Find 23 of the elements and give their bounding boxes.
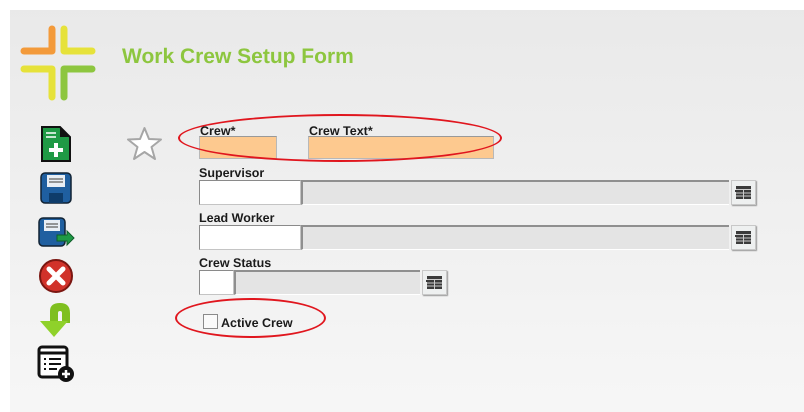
list-add-icon[interactable] (37, 344, 75, 383)
field-label: Crew* (199, 124, 236, 138)
input-field[interactable] (199, 224, 301, 250)
table-icon (735, 184, 752, 200)
lookup-button[interactable] (731, 224, 756, 250)
field-label: Supervisor (199, 166, 264, 180)
logo-icon (20, 24, 96, 100)
table-icon (735, 230, 752, 244)
input-field[interactable] (199, 136, 277, 159)
favorite-star-icon[interactable] (126, 126, 163, 161)
field-label: Active Crew (221, 316, 293, 330)
lookup-button[interactable] (422, 270, 447, 294)
input-field[interactable] (308, 136, 494, 159)
input-field[interactable] (199, 270, 234, 294)
input-field[interactable] (199, 180, 301, 204)
field-label: Lead Worker (199, 210, 274, 224)
checkbox[interactable] (203, 314, 218, 328)
field-label: Crew Status (199, 256, 272, 270)
field-label: Crew Text* (308, 124, 373, 138)
cancel-x-icon[interactable] (37, 256, 75, 295)
lookup-button[interactable] (731, 180, 756, 204)
form-title: Work Crew Setup Form (122, 44, 354, 70)
table-icon (426, 274, 443, 290)
